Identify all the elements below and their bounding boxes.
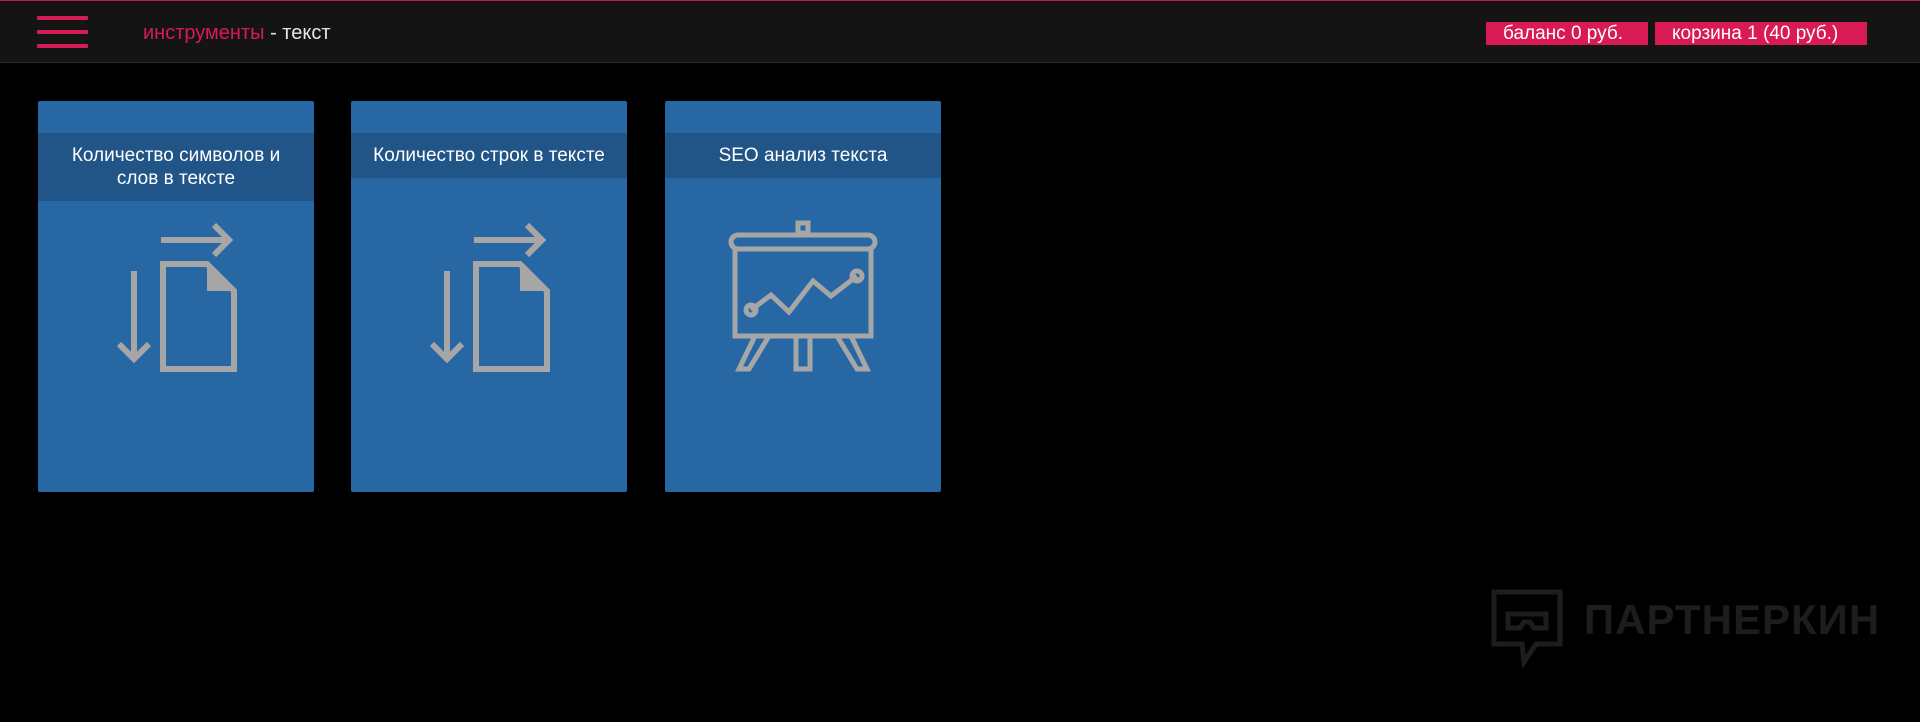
- breadcrumb-current: текст: [282, 22, 331, 44]
- breadcrumb-link-tools[interactable]: инструменты: [143, 22, 265, 44]
- menu-line: [37, 44, 88, 48]
- watermark-text: ПАРТНЕРКИН: [1584, 596, 1881, 643]
- menu-line: [37, 30, 88, 34]
- breadcrumb: инструменты - текст: [143, 21, 331, 45]
- hamburger-menu-icon[interactable]: [37, 16, 88, 48]
- top-bar: инструменты - текст баланс 0 руб. корзин…: [0, 0, 1920, 63]
- tool-card-title: SEO анализ текста: [665, 133, 941, 178]
- menu-line: [37, 16, 88, 20]
- breadcrumb-separator: -: [264, 22, 283, 44]
- tool-card-title: Количество символов и слов в тексте: [38, 133, 314, 201]
- tool-card-title: Количество строк в тексте: [351, 133, 627, 178]
- watermark-logo: ПАРТНЕРКИН: [1488, 588, 1879, 670]
- chat-bubble-logo-icon: [1491, 589, 1563, 670]
- tool-card-line-count[interactable]: Количество строк в тексте: [351, 101, 627, 492]
- tool-card-seo-analysis[interactable]: SEO анализ текста: [665, 101, 941, 492]
- cart-button[interactable]: корзина 1 (40 руб.): [1655, 22, 1867, 45]
- balance-button[interactable]: баланс 0 руб.: [1486, 22, 1648, 45]
- tool-card-char-word-count[interactable]: Количество символов и слов в тексте: [38, 101, 314, 492]
